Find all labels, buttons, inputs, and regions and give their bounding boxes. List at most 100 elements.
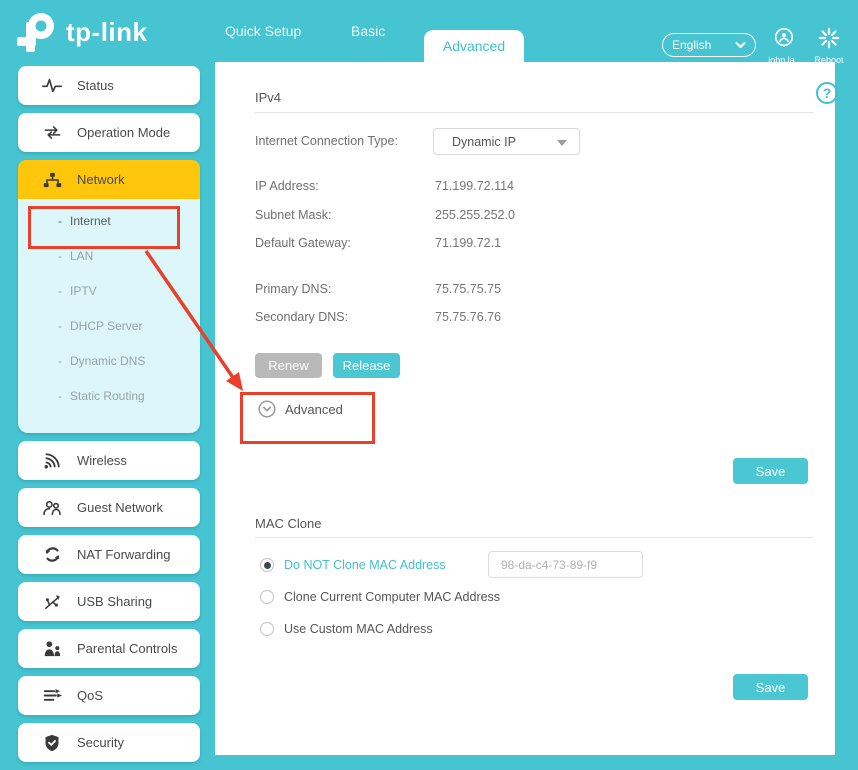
shield-check-icon — [42, 734, 62, 752]
reboot-button[interactable]: Reboot — [806, 27, 852, 65]
submenu-item-label: Static Routing — [70, 389, 145, 403]
connection-type-dropdown[interactable]: Dynamic IP — [433, 128, 580, 155]
sidebar-item-usb-sharing[interactable]: USB Sharing — [18, 582, 200, 621]
chevron-down-circle-icon — [258, 400, 276, 418]
user-menu[interactable]: john.la.. — [761, 27, 807, 65]
radio-label: Clone Current Computer MAC Address — [284, 590, 500, 604]
primary-dns-value: 75.75.75.75 — [435, 282, 501, 296]
subnet-mask-label: Subnet Mask: — [255, 208, 331, 222]
default-gateway-label: Default Gateway: — [255, 236, 351, 250]
submenu-item-label: LAN — [70, 249, 93, 263]
main-content: ? IPv4 Internet Connection Type: Dynamic… — [215, 62, 835, 755]
reboot-icon — [818, 27, 840, 49]
sidebar-item-label: Guest Network — [77, 500, 163, 515]
secondary-dns-value: 75.75.76.76 — [435, 310, 501, 324]
submenu-item-static-routing[interactable]: - Static Routing — [18, 378, 200, 413]
radio-do-not-clone[interactable]: Do NOT Clone MAC Address — [260, 558, 446, 572]
sidebar-item-parental-controls[interactable]: Parental Controls — [18, 629, 200, 668]
radio-icon[interactable] — [260, 558, 274, 572]
tplink-logo-icon — [14, 9, 60, 55]
user-icon — [773, 27, 795, 49]
network-submenu: - Internet - LAN - IPTV - DHCP Server - … — [18, 199, 200, 433]
tab-quick-setup[interactable]: Quick Setup — [225, 0, 301, 62]
divider — [255, 112, 813, 113]
sidebar-item-status[interactable]: Status — [18, 66, 200, 105]
secondary-dns-label: Secondary DNS: — [255, 310, 348, 324]
sidebar-item-label: NAT Forwarding — [77, 547, 170, 562]
radio-label: Use Custom MAC Address — [284, 622, 433, 636]
ipv4-save-button[interactable]: Save — [733, 458, 808, 484]
ip-address-label: IP Address: — [255, 179, 319, 193]
divider — [255, 537, 813, 538]
wifi-icon — [42, 452, 62, 470]
people-icon — [42, 500, 62, 516]
submenu-marker: - — [58, 319, 62, 333]
sidebar-item-label: Security — [77, 735, 124, 750]
submenu-item-lan[interactable]: - LAN — [18, 238, 200, 273]
sidebar-item-wireless[interactable]: Wireless — [18, 441, 200, 480]
operation-mode-icon — [42, 125, 62, 140]
top-header: tp-link Quick Setup Basic Advanced Engli… — [0, 0, 858, 62]
tab-advanced[interactable]: Advanced — [424, 30, 524, 62]
sidebar-item-security[interactable]: Security — [18, 723, 200, 762]
submenu-marker: - — [58, 284, 62, 298]
dropdown-caret-icon — [557, 140, 567, 146]
submenu-item-label: DHCP Server — [70, 319, 142, 333]
submenu-item-label: IPTV — [70, 284, 97, 298]
brand-name: tp-link — [66, 17, 148, 48]
help-icon[interactable]: ? — [816, 82, 838, 104]
sidebar-item-guest-network[interactable]: Guest Network — [18, 488, 200, 527]
radio-label: Do NOT Clone MAC Address — [284, 558, 446, 572]
primary-dns-label: Primary DNS: — [255, 282, 331, 296]
radio-icon[interactable] — [260, 622, 274, 636]
radio-icon[interactable] — [260, 590, 274, 604]
submenu-item-internet[interactable]: - Internet — [18, 203, 200, 238]
submenu-marker: - — [58, 389, 62, 403]
subnet-mask-value: 255.255.252.0 — [435, 208, 515, 222]
radio-use-custom[interactable]: Use Custom MAC Address — [260, 622, 433, 636]
advanced-toggle[interactable]: Advanced — [258, 400, 343, 418]
submenu-item-label: Dynamic DNS — [70, 354, 145, 368]
cycle-arrows-icon — [42, 546, 62, 563]
submenu-item-dynamic-dns[interactable]: - Dynamic DNS — [18, 343, 200, 378]
language-value: English — [672, 38, 711, 52]
mac-clone-save-button[interactable]: Save — [733, 674, 808, 700]
sidebar-item-label: Wireless — [77, 453, 127, 468]
sidebar-item-label: QoS — [77, 688, 103, 703]
default-gateway-value: 71.199.72.1 — [435, 236, 501, 250]
language-select[interactable]: English — [662, 33, 756, 57]
tab-basic[interactable]: Basic — [351, 0, 385, 62]
family-icon — [42, 641, 62, 657]
submenu-marker: - — [58, 249, 62, 263]
usb-icon — [42, 593, 62, 610]
sidebar-item-network[interactable]: Network — [18, 160, 200, 199]
chevron-down-icon — [735, 41, 746, 49]
mac-clone-section-title: MAC Clone — [255, 516, 321, 531]
ip-address-value: 71.199.72.114 — [435, 179, 514, 193]
network-icon — [42, 172, 62, 188]
tplink-logo: tp-link — [14, 9, 148, 55]
connection-type-label: Internet Connection Type: — [255, 134, 398, 148]
priority-arrows-icon — [42, 688, 62, 703]
sidebar-item-operation-mode[interactable]: Operation Mode — [18, 113, 200, 152]
release-button[interactable]: Release — [333, 353, 400, 378]
ipv4-section-title: IPv4 — [255, 90, 281, 105]
submenu-marker: - — [58, 214, 62, 228]
sidebar-item-label: Network — [77, 172, 125, 187]
sidebar-item-nat-forwarding[interactable]: NAT Forwarding — [18, 535, 200, 574]
sidebar-item-label: USB Sharing — [77, 594, 152, 609]
submenu-marker: - — [58, 354, 62, 368]
connection-type-value: Dynamic IP — [452, 135, 516, 149]
mac-address-input[interactable] — [488, 551, 643, 578]
sidebar-item-label: Operation Mode — [77, 125, 170, 140]
radio-clone-current[interactable]: Clone Current Computer MAC Address — [260, 590, 500, 604]
advanced-toggle-label: Advanced — [285, 402, 343, 417]
sidebar-item-label: Status — [77, 78, 114, 93]
sidebar-item-qos[interactable]: QoS — [18, 676, 200, 715]
sidebar-nav: Status Operation Mode Network - Internet — [18, 66, 200, 770]
submenu-item-label: Internet — [70, 214, 111, 228]
submenu-item-iptv[interactable]: - IPTV — [18, 273, 200, 308]
sidebar-item-label: Parental Controls — [77, 641, 177, 656]
renew-button[interactable]: Renew — [255, 353, 322, 378]
submenu-item-dhcp-server[interactable]: - DHCP Server — [18, 308, 200, 343]
